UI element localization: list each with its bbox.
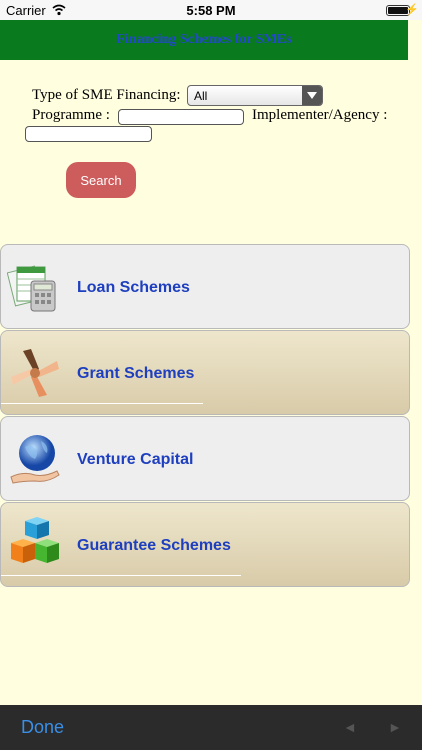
- implementer-input[interactable]: [25, 126, 152, 142]
- search-form: Type of SME Financing: All Programme : I…: [0, 60, 422, 240]
- status-bar: Carrier 5:58 PM ⚡: [0, 0, 422, 20]
- financing-type-select[interactable]: All: [187, 85, 323, 106]
- clock: 5:58 PM: [186, 3, 236, 18]
- stacked-cubes-icon: [11, 517, 59, 563]
- title-bar: Financing Schemes for SMEs: [0, 20, 408, 60]
- divider: [1, 403, 203, 404]
- scheme-label-loan: Loan Schemes: [77, 278, 190, 296]
- back-arrow-icon[interactable]: ◄: [343, 719, 357, 735]
- joined-hands-icon: [11, 349, 59, 397]
- financing-type-value: All: [194, 89, 208, 103]
- scheme-row-loan[interactable]: Loan Schemes: [0, 244, 410, 329]
- calculator-spreadsheet-icon: [7, 265, 56, 312]
- chevron-down-icon: [302, 86, 322, 105]
- schemes-list: Loan Schemes Grant Schemes Venture Capit…: [0, 244, 410, 588]
- implementer-label: Implementer/Agency :: [252, 107, 388, 123]
- divider: [1, 575, 241, 576]
- globe-in-hand-icon: [10, 435, 60, 484]
- charging-icon: ⚡: [405, 4, 419, 16]
- financing-type-label: Type of SME Financing:: [32, 87, 181, 103]
- programme-input[interactable]: [118, 109, 244, 125]
- programme-label: Programme :: [32, 107, 110, 123]
- forward-arrow-icon[interactable]: ►: [388, 719, 402, 735]
- search-button[interactable]: Search: [66, 162, 136, 198]
- scheme-row-venture[interactable]: Venture Capital: [0, 416, 410, 501]
- scheme-row-grant[interactable]: Grant Schemes: [0, 330, 410, 415]
- done-button[interactable]: Done: [21, 717, 64, 738]
- scheme-label-venture: Venture Capital: [77, 450, 194, 468]
- page-title: Financing Schemes for SMEs: [116, 32, 292, 47]
- scheme-row-guarantee[interactable]: Guarantee Schemes: [0, 502, 410, 587]
- bottom-toolbar: Done ◄ ►: [0, 705, 422, 750]
